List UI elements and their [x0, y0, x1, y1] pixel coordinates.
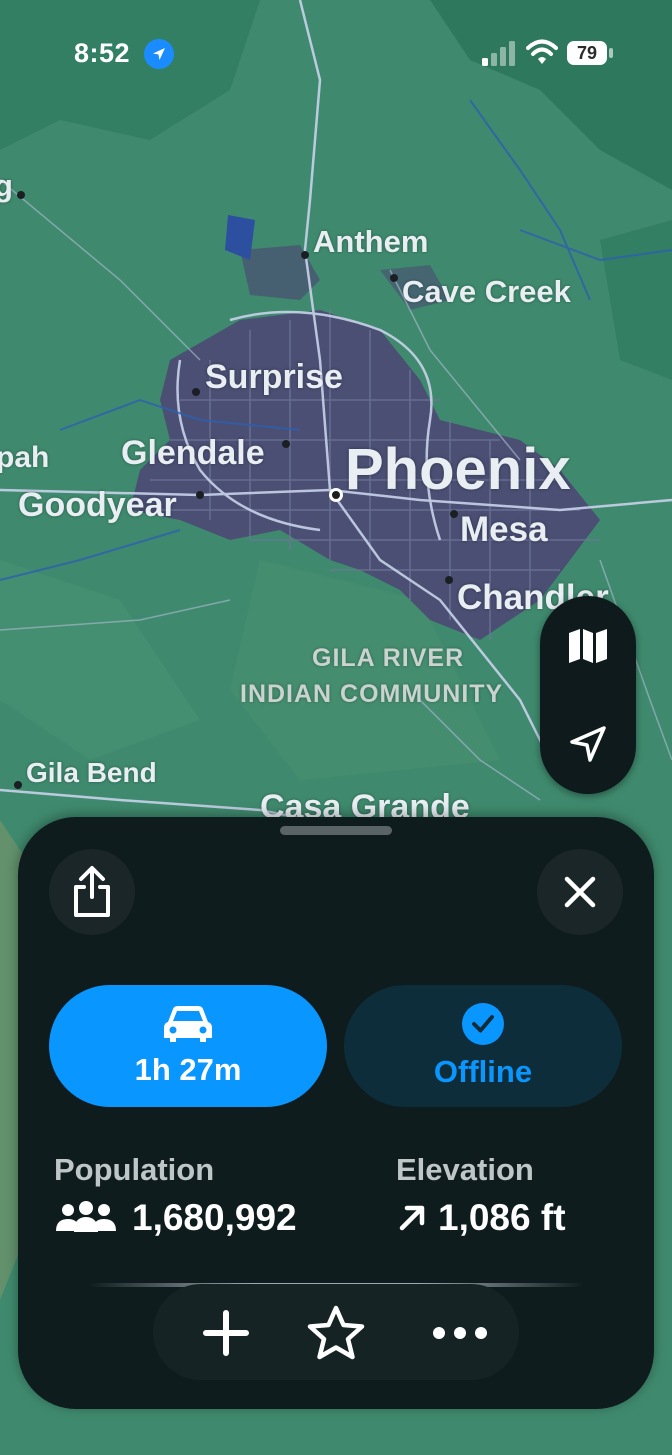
place-label-anthem[interactable]: Anthem [313, 224, 428, 260]
location-services-icon [144, 39, 174, 69]
population-title: Population [54, 1152, 215, 1187]
place-label-glendale[interactable]: Glendale [121, 434, 265, 473]
sheet-toolbar [153, 1284, 519, 1380]
status-time: 8:52 [74, 38, 131, 68]
share-button[interactable] [49, 849, 135, 935]
plus-icon [203, 1310, 249, 1356]
directions-drive-button[interactable]: 1h 27m [49, 985, 327, 1107]
ellipsis-icon [433, 1327, 487, 1339]
map-style-button[interactable] [558, 616, 618, 676]
status-bar: 8:52 79 [0, 0, 672, 100]
more-button[interactable] [429, 1302, 491, 1364]
checkmark-circle-icon [462, 1003, 504, 1045]
region-label-line2: INDIAN COMMUNITY [240, 680, 504, 708]
place-label-edge-left-top[interactable]: g [0, 168, 13, 204]
place-label-goodyear[interactable]: Goodyear [18, 486, 177, 525]
location-arrow-icon [570, 726, 606, 762]
map-controls [540, 596, 636, 794]
battery-tip [609, 48, 613, 58]
place-label-mesa[interactable]: Mesa [460, 510, 548, 550]
population-value-row: 1,680,992 [54, 1197, 297, 1239]
locate-me-button[interactable] [558, 714, 618, 774]
close-icon [564, 876, 596, 908]
offline-button[interactable]: Offline [344, 985, 622, 1107]
region-label-line1: GILA RIVER [312, 644, 465, 672]
arrow-up-right-icon [399, 1205, 425, 1231]
place-label-phoenix[interactable]: Phoenix [345, 436, 571, 503]
place-label-edge-left[interactable]: pah [0, 441, 49, 475]
sheet-grabber[interactable] [280, 826, 392, 835]
battery-level: 79 [567, 41, 607, 65]
elevation-title: Elevation [396, 1152, 534, 1187]
favorite-button[interactable] [305, 1302, 367, 1364]
place-sheet: 1h 27m Offline Population 1,680,992 Elev… [18, 817, 654, 1409]
wifi-icon [526, 39, 558, 64]
close-button[interactable] [537, 849, 623, 935]
share-icon [74, 866, 110, 917]
population-value: 1,680,992 [132, 1197, 297, 1238]
offline-label: Offline [433, 1054, 533, 1089]
place-label-surprise[interactable]: Surprise [205, 358, 343, 397]
star-icon [307, 1305, 365, 1360]
cellular-signal-icon [482, 41, 515, 66]
place-label-gila-bend[interactable]: Gila Bend [26, 757, 157, 789]
people-icon [56, 1201, 116, 1232]
add-button[interactable] [195, 1302, 257, 1364]
place-label-cave-creek[interactable]: Cave Creek [402, 274, 571, 310]
car-icon [164, 1006, 212, 1042]
map-icon [569, 629, 607, 663]
elevation-value: 1,086 ft [438, 1197, 566, 1238]
elevation-value-row: 1,086 ft [396, 1197, 566, 1239]
drive-time-label: 1h 27m [134, 1052, 242, 1087]
